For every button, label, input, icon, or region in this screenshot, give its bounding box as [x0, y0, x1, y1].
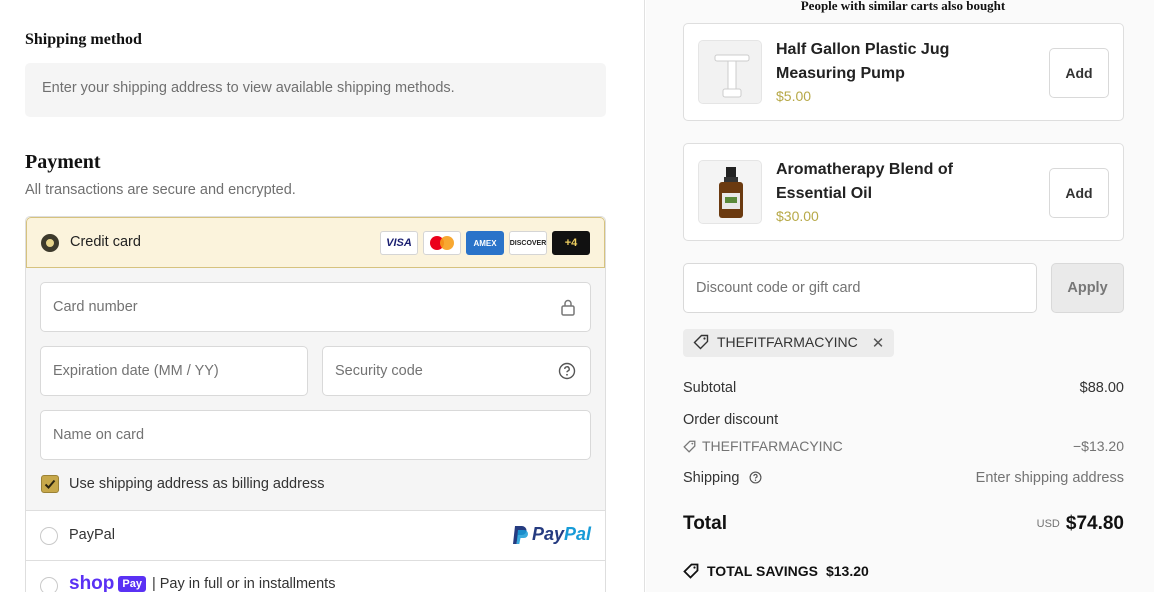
- paypal-logo: PayPal: [512, 524, 591, 545]
- discount-code-text: THEFITFARMACYINC: [702, 438, 843, 454]
- billing-address-checkbox[interactable]: [41, 475, 59, 493]
- subtotal-row: Subtotal $88.00: [683, 380, 1124, 396]
- security-code-placeholder: Security code: [335, 363, 423, 379]
- mastercard-icon: [423, 231, 461, 255]
- recommendation-name[interactable]: Half Gallon Plastic Jug Measuring Pump: [776, 38, 1006, 86]
- checkout-main-column: Shipping method Enter your shipping addr…: [0, 0, 645, 592]
- subtotal-value: $88.00: [1079, 380, 1124, 396]
- shop-pay-radio[interactable]: [40, 577, 58, 592]
- shop-pay-text: | Pay in full or in installments: [151, 576, 336, 592]
- name-on-card-input[interactable]: Name on card: [40, 410, 591, 460]
- paypal-radio[interactable]: [40, 527, 58, 545]
- tag-icon: [683, 563, 699, 579]
- recommendations-title: People with similar carts also bought: [800, 0, 1006, 13]
- card-logos: VISA AMEX DISCOVER +4: [380, 231, 590, 255]
- recommendation-price: $5.00: [776, 88, 812, 104]
- amex-icon: AMEX: [466, 231, 504, 255]
- visa-icon: VISA: [380, 231, 418, 255]
- paypal-p-icon: [512, 525, 528, 544]
- discount-code-input[interactable]: Discount code or gift card: [683, 263, 1037, 313]
- pump-image: [698, 40, 762, 104]
- paypal-logo-text-1: Pay: [531, 524, 564, 544]
- paypal-label: PayPal: [69, 527, 115, 543]
- discount-value: −$13.20: [1073, 438, 1124, 454]
- help-icon[interactable]: [558, 362, 576, 384]
- add-button[interactable]: Add: [1049, 48, 1109, 98]
- paypal-option[interactable]: PayPal PayPal: [26, 510, 605, 560]
- card-number-input[interactable]: Card number: [40, 282, 591, 332]
- shipping-method-title: Shipping method: [25, 31, 142, 48]
- payment-title: Payment: [25, 151, 101, 173]
- security-code-input[interactable]: Security code: [322, 346, 591, 396]
- payment-subtitle: All transactions are secure and encrypte…: [25, 182, 296, 198]
- shop-pay-badge: Pay: [118, 576, 146, 592]
- credit-card-radio[interactable]: [41, 234, 59, 252]
- savings-value: $13.20: [825, 563, 869, 579]
- paypal-logo-text-2: Pal: [563, 524, 591, 544]
- applied-discount-code: THEFITFARMACYINC: [717, 334, 858, 350]
- total-label: Total: [683, 513, 727, 534]
- order-discount-label: Order discount: [683, 412, 779, 428]
- total-row: Total USD $74.80: [683, 513, 1124, 535]
- oil-bottle-image: [698, 160, 762, 224]
- recommendation-price: $30.00: [776, 208, 819, 224]
- credit-card-label: Credit card: [70, 234, 141, 250]
- tag-icon: [683, 440, 696, 453]
- card-number-placeholder: Card number: [53, 299, 138, 315]
- payment-methods-panel: Credit card VISA AMEX DISCOVER +4 Card n…: [25, 216, 606, 592]
- tag-icon: [693, 334, 709, 350]
- currency-label: USD: [1036, 518, 1060, 530]
- more-cards-badge: +4: [552, 231, 590, 255]
- order-summary-column: People with similar carts also bought Ha…: [646, 0, 1154, 592]
- add-button[interactable]: Add: [1049, 168, 1109, 218]
- remove-discount-icon[interactable]: ✕: [872, 334, 885, 352]
- recommendation-item: Half Gallon Plastic Jug Measuring Pump $…: [683, 23, 1124, 121]
- savings-label: TOTAL SAVINGS: [707, 563, 818, 579]
- recommendation-name[interactable]: Aromatherapy Blend of Essential Oil: [776, 158, 1006, 206]
- discover-icon: DISCOVER: [509, 231, 547, 255]
- lock-icon: [560, 298, 576, 320]
- credit-card-option[interactable]: Credit card VISA AMEX DISCOVER +4: [26, 217, 605, 268]
- shop-pay-word: shop: [69, 573, 115, 592]
- shipping-value: Enter shipping address: [975, 470, 1124, 486]
- total-savings: TOTAL SAVINGS $13.20: [683, 563, 869, 579]
- apply-button[interactable]: Apply: [1051, 263, 1124, 313]
- help-icon[interactable]: [749, 471, 762, 484]
- shipping-label: Shipping: [683, 470, 740, 486]
- shop-pay-logo: shop Pay | Pay in full or in installment…: [69, 573, 335, 592]
- total-value: $74.80: [1065, 513, 1124, 534]
- discount-code-row: THEFITFARMACYINC −$13.20: [683, 438, 1124, 454]
- applied-discount-tag: THEFITFARMACYINC ✕: [683, 329, 895, 357]
- credit-card-form: Card number Expiration date (MM / YY) Se…: [26, 268, 605, 510]
- billing-address-label: Use shipping address as billing address: [69, 476, 325, 492]
- recommendation-item: Aromatherapy Blend of Essential Oil $30.…: [683, 143, 1124, 241]
- shop-pay-option[interactable]: shop Pay | Pay in full or in installment…: [26, 560, 605, 592]
- shipping-method-placeholder: Enter your shipping address to view avai…: [25, 63, 606, 117]
- checkmark-icon: [44, 479, 56, 489]
- order-discount-row: Order discount: [683, 412, 1124, 428]
- subtotal-label: Subtotal: [683, 380, 737, 396]
- expiration-date-input[interactable]: Expiration date (MM / YY): [40, 346, 308, 396]
- shipping-row: Shipping Enter shipping address: [683, 470, 1124, 486]
